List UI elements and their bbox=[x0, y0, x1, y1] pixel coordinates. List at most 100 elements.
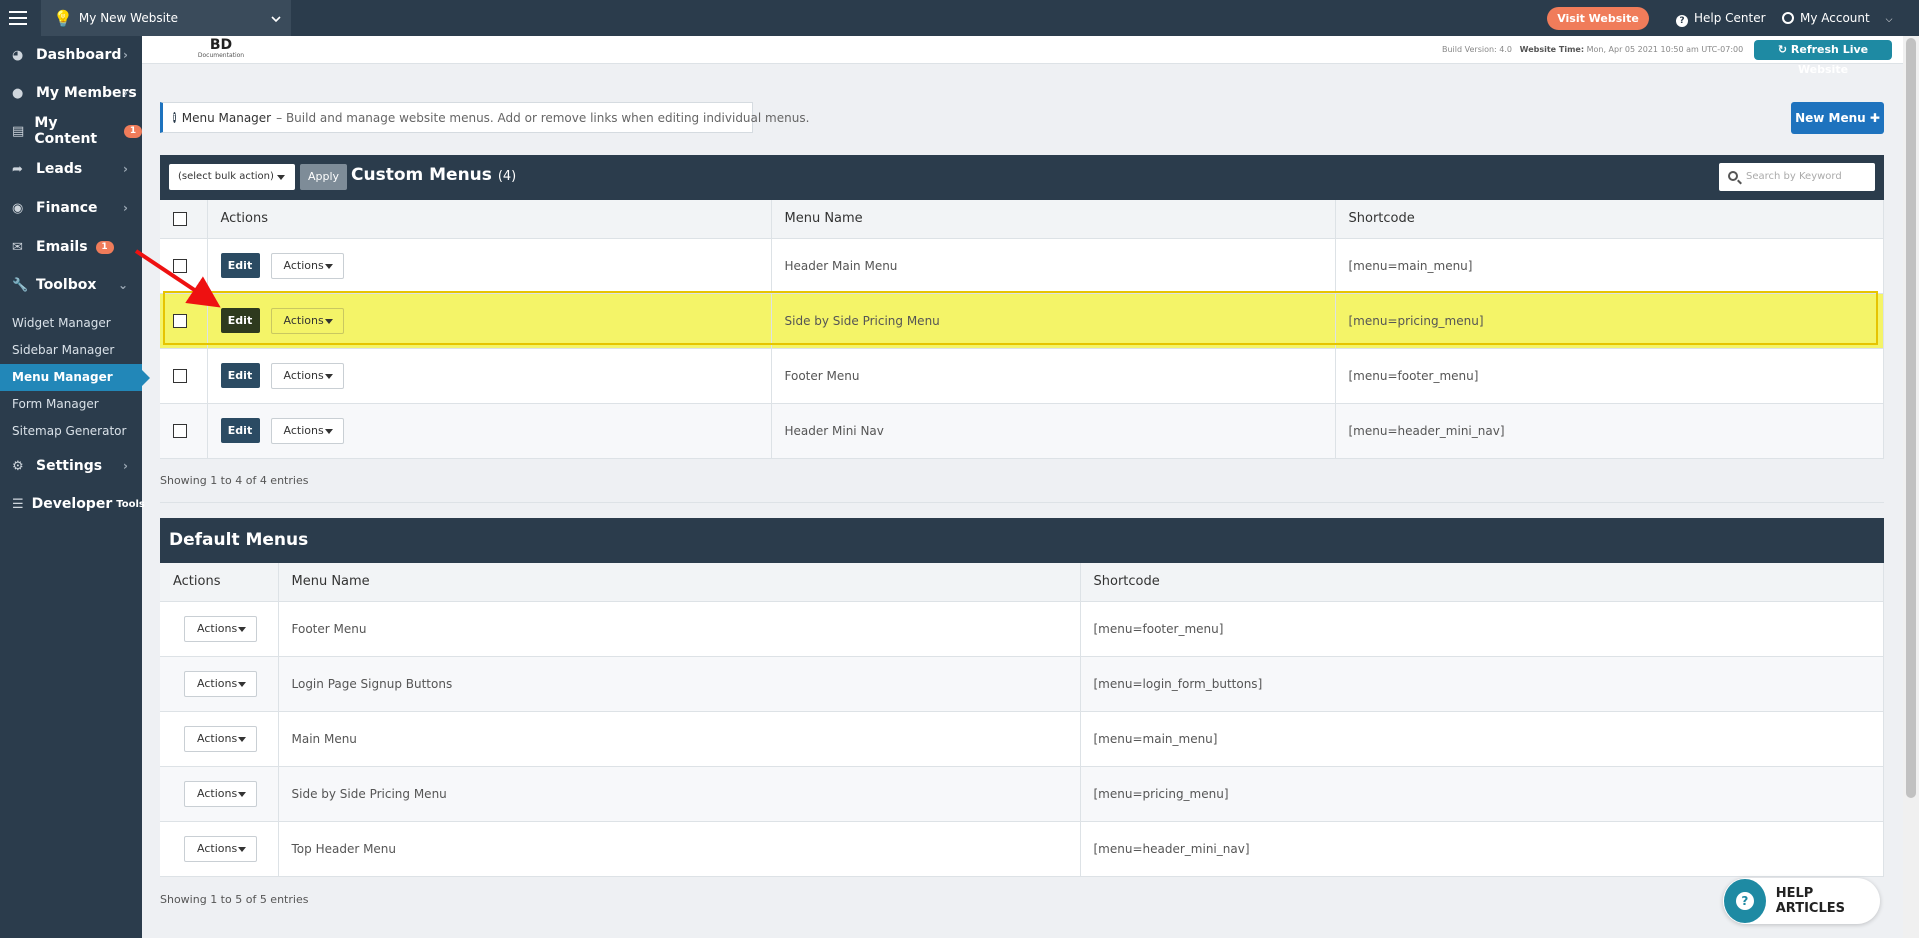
sidebar-item-emails[interactable]: ✉ Emails 1 bbox=[0, 228, 142, 266]
sidebar-item-dashboard[interactable]: ◕ Dashboard › bbox=[0, 36, 142, 74]
caret-down-icon bbox=[324, 263, 333, 269]
sidebar-sub-sidebar-manager[interactable]: Sidebar Manager bbox=[0, 337, 142, 364]
bulk-action-select[interactable]: (select bulk action) bbox=[169, 164, 295, 190]
select-all-cell bbox=[160, 200, 208, 239]
sidebar-sub-sitemap-generator[interactable]: Sitemap Generator bbox=[0, 418, 142, 445]
custom-menus-title-text: Custom Menus bbox=[351, 165, 492, 185]
sliders-icon: ☰ bbox=[12, 496, 24, 512]
edit-button[interactable]: Edit bbox=[220, 363, 260, 388]
actions-dropdown[interactable]: Actions bbox=[270, 252, 344, 279]
row-actions-cell: Actions bbox=[160, 711, 279, 767]
row-select-cell bbox=[160, 348, 208, 404]
sidebar-item-my-members[interactable]: ● My Members › bbox=[0, 74, 142, 112]
shortcode-cell: [menu=main_menu] bbox=[1080, 711, 1884, 767]
sidebar-item-leads[interactable]: ➦ Leads › bbox=[0, 150, 142, 188]
my-account-menu[interactable]: My Account ⌵ bbox=[1782, 11, 1892, 25]
edit-button[interactable]: Edit bbox=[220, 253, 260, 278]
menu-name-cell: Side by Side Pricing Menu bbox=[771, 293, 1336, 349]
menu-name-cell: Top Header Menu bbox=[278, 821, 1081, 877]
sidebar-item-label: My Members bbox=[36, 85, 137, 101]
actions-dropdown[interactable]: Actions bbox=[184, 670, 257, 697]
sidebar-item-developer-tools[interactable]: ☰ Developer Tools bbox=[0, 485, 145, 523]
column-header-shortcode: Shortcode bbox=[1080, 563, 1884, 602]
page-scrollbar[interactable] bbox=[1903, 36, 1919, 938]
chevron-right-icon: › bbox=[123, 86, 128, 100]
website-time-value: Mon, Apr 05 2021 10:50 am UTC-07:00 bbox=[1586, 45, 1744, 54]
top-bar: 💡 My New Website Visit Website ? Help Cen… bbox=[0, 0, 1919, 36]
website-selector[interactable]: 💡 My New Website bbox=[41, 0, 291, 36]
row-actions-cell: Edit Actions bbox=[207, 293, 772, 349]
actions-dropdown[interactable]: Actions bbox=[184, 615, 257, 642]
shortcode-cell: [menu=footer_menu] bbox=[1335, 348, 1884, 404]
custom-menus-entries-info: Showing 1 to 4 of 4 entries bbox=[160, 474, 309, 487]
actions-dropdown[interactable]: Actions bbox=[184, 835, 257, 862]
actions-dropdown[interactable]: Actions bbox=[270, 307, 344, 334]
actions-dropdown[interactable]: Actions bbox=[184, 780, 257, 807]
chevron-right-icon: › bbox=[123, 48, 128, 62]
account-icon bbox=[1782, 12, 1794, 24]
actions-dropdown[interactable]: Actions bbox=[270, 362, 344, 389]
help-center-link[interactable]: ? Help Center bbox=[1676, 11, 1766, 27]
new-menu-button[interactable]: New Menu ✚ bbox=[1791, 102, 1884, 134]
refresh-icon: ↻ bbox=[1777, 43, 1788, 56]
sidebar-item-label: My Content bbox=[34, 115, 98, 147]
search-icon bbox=[1728, 171, 1738, 181]
table-row: Actions Side by Side Pricing Menu [menu=… bbox=[160, 766, 1884, 822]
row-checkbox[interactable] bbox=[173, 423, 187, 438]
info-icon: i bbox=[173, 112, 176, 123]
info-title: Menu Manager bbox=[181, 110, 272, 125]
custom-menus-title: Custom Menus (4) bbox=[351, 165, 516, 185]
content-icon: ▤ bbox=[12, 123, 25, 139]
row-checkbox[interactable] bbox=[173, 258, 187, 273]
shortcode-cell: [menu=main_menu] bbox=[1335, 238, 1884, 294]
sidebar-item-toolbox[interactable]: 🔧 Toolbox ⌄ bbox=[0, 266, 142, 304]
sidebar-sub-widget-manager[interactable]: Widget Manager bbox=[0, 310, 142, 337]
sidebar-item-label: Dashboard bbox=[36, 47, 122, 63]
build-version: Build Version: 4.0 bbox=[1442, 45, 1513, 54]
edit-button[interactable]: Edit bbox=[220, 418, 260, 443]
menu-name-cell: Main Menu bbox=[278, 711, 1081, 767]
sidebar-item-finance[interactable]: ◉ Finance › bbox=[0, 189, 142, 227]
website-time-label: Website Time: bbox=[1519, 45, 1585, 54]
emails-count-badge: 1 bbox=[95, 240, 114, 254]
chevron-right-icon: › bbox=[123, 162, 128, 176]
actions-label: Actions bbox=[283, 368, 324, 382]
search-input[interactable]: Search by Keyword bbox=[1719, 163, 1875, 191]
logo-mark: BD bbox=[209, 37, 233, 53]
menu-name-cell: Header Main Menu bbox=[771, 238, 1336, 294]
plus-icon: ✚ bbox=[1869, 111, 1880, 125]
site-logo[interactable]: BD Documentation bbox=[176, 38, 266, 64]
question-icon: ? bbox=[1724, 879, 1766, 923]
sidebar-item-my-content[interactable]: ▤ My Content 1 bbox=[0, 112, 142, 150]
share-icon: ➦ bbox=[12, 161, 23, 177]
edit-button[interactable]: Edit bbox=[220, 308, 260, 333]
actions-label: Actions bbox=[283, 423, 324, 437]
actions-dropdown[interactable]: Actions bbox=[270, 417, 344, 444]
refresh-live-website-button[interactable]: ↻ Refresh Live Website bbox=[1754, 40, 1892, 76]
row-checkbox[interactable] bbox=[173, 313, 187, 328]
column-header-actions: Actions bbox=[207, 200, 772, 239]
default-menus-title: Default Menus bbox=[169, 530, 309, 550]
search-placeholder: Search by Keyword bbox=[1746, 171, 1842, 182]
scrollbar-thumb[interactable] bbox=[1906, 38, 1916, 798]
dashboard-icon: ◕ bbox=[12, 47, 24, 63]
actions-dropdown[interactable]: Actions bbox=[184, 725, 257, 752]
sidebar-item-suffix: Tools bbox=[116, 498, 145, 510]
sidebar-item-label: Developer bbox=[31, 496, 113, 512]
shortcode-cell: [menu=pricing_menu] bbox=[1335, 293, 1884, 349]
sidebar-item-settings[interactable]: ⚙ Settings › bbox=[0, 447, 142, 485]
hamburger-menu-icon[interactable] bbox=[0, 0, 36, 36]
visit-website-button[interactable]: Visit Website bbox=[1547, 7, 1649, 30]
select-all-checkbox[interactable] bbox=[173, 211, 187, 226]
sidebar-sub-form-manager[interactable]: Form Manager bbox=[0, 391, 142, 418]
apply-button[interactable]: Apply bbox=[300, 164, 347, 190]
column-header-actions: Actions bbox=[160, 563, 279, 602]
row-checkbox[interactable] bbox=[173, 368, 187, 383]
actions-label: Actions bbox=[197, 676, 238, 690]
help-articles-button[interactable]: ? HELP ARTICLES bbox=[1723, 878, 1880, 924]
sidebar-sub-menu-manager[interactable]: Menu Manager bbox=[0, 364, 150, 391]
caret-down-icon bbox=[238, 681, 246, 687]
section-divider bbox=[160, 502, 1884, 503]
info-notice: i Menu Manager – Build and manage websit… bbox=[160, 102, 809, 133]
actions-label: Actions bbox=[197, 731, 238, 745]
